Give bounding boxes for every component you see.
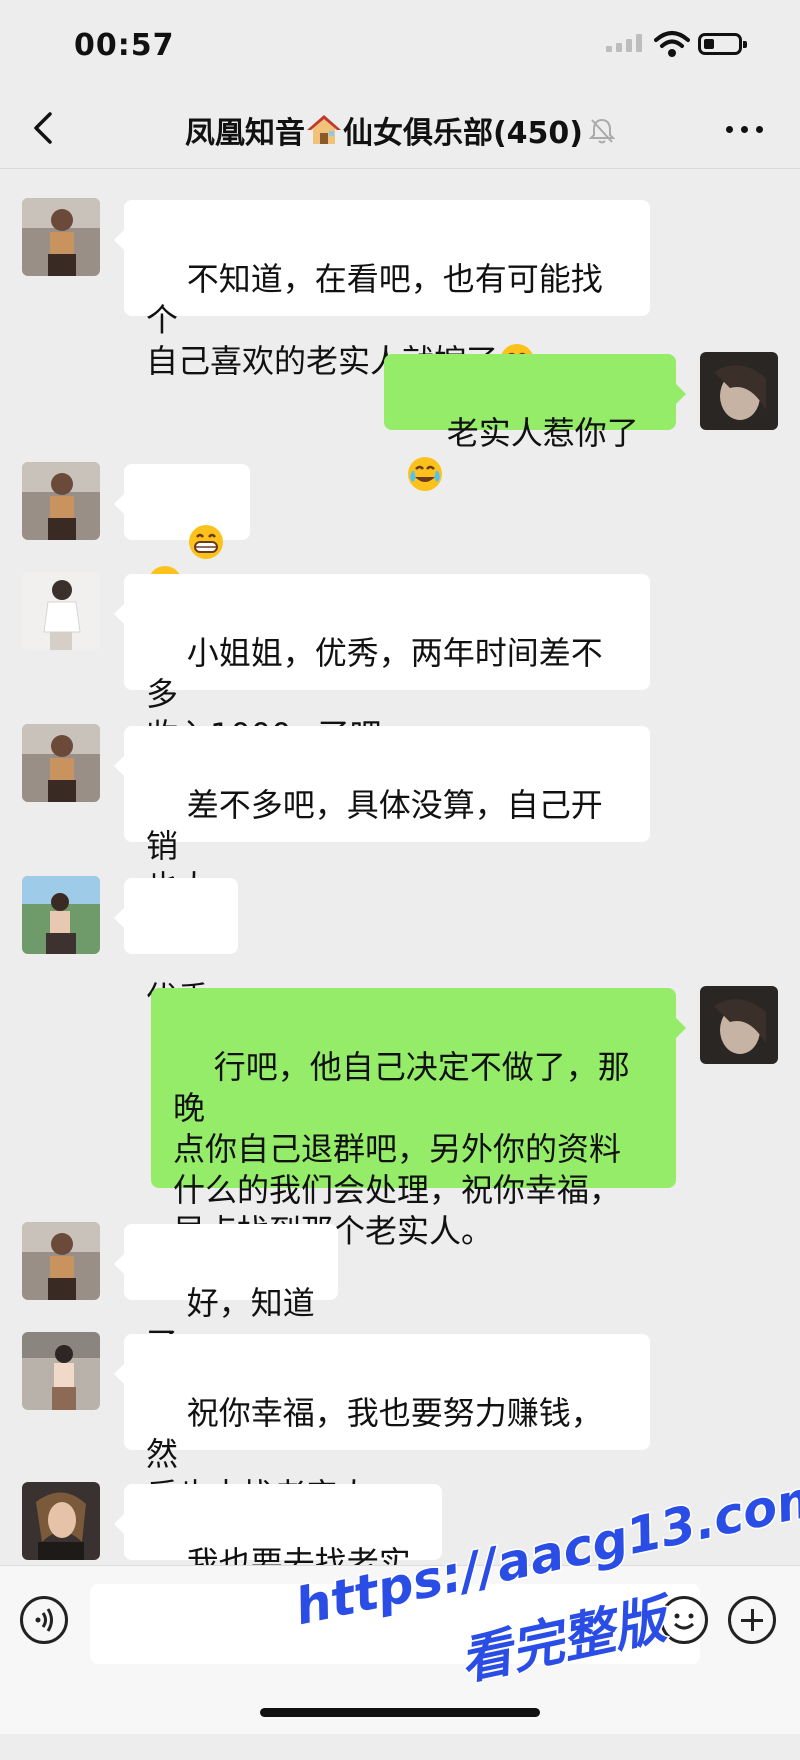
avatar[interactable] — [22, 1332, 100, 1410]
add-more-icon[interactable] — [728, 1596, 776, 1644]
laugh-cry-emoji-icon — [408, 457, 442, 491]
avatar[interactable] — [22, 1222, 100, 1300]
message-bubble[interactable]: 不知道，在看吧，也有可能找个 自己喜欢的老实人就嫁了 — [114, 200, 650, 380]
message-input[interactable] — [90, 1584, 700, 1664]
avatar[interactable] — [22, 876, 100, 954]
message-bubble[interactable]: 差不多吧，具体没算，自己开销 也大 — [114, 726, 650, 906]
message-bubble[interactable]: 优秀 — [114, 878, 238, 1017]
grin-emoji-icon — [188, 525, 223, 559]
message-bubble[interactable] — [114, 464, 250, 600]
avatar[interactable] — [22, 198, 100, 276]
status-bar: 00:57 — [0, 0, 800, 88]
avatar[interactable] — [22, 572, 100, 650]
avatar[interactable] — [22, 462, 100, 540]
avatar-self[interactable] — [700, 986, 778, 1064]
message-bubble[interactable]: 祝你幸福，我也要努力赚钱，然 后也去找老实人。 — [114, 1334, 650, 1514]
status-time: 00:57 — [74, 28, 175, 63]
message-bubble[interactable]: 好，知道了 — [114, 1224, 338, 1363]
chat-title-suffix: 仙女俱乐部(450) — [342, 116, 584, 151]
house-emoji-icon — [306, 115, 341, 144]
home-indicator — [260, 1708, 540, 1717]
input-bar — [0, 1565, 800, 1734]
chat-title: 凤凰知音 仙女俱乐部(450) — [0, 108, 800, 152]
avatar[interactable] — [22, 1482, 100, 1560]
more-dots-icon[interactable] — [726, 126, 766, 134]
cellular-signal-icon — [606, 34, 644, 52]
message-text: 行吧，他自己决定不做了，那晚 点你自己退群吧，另外你的资料 什么的我们会处理，祝… — [173, 1048, 630, 1250]
message-bubble[interactable]: 我也要去找老实人 — [114, 1484, 442, 1623]
message-bubble[interactable]: 老实人惹你了 — [384, 354, 686, 491]
message-bubble[interactable]: 行吧，他自己决定不做了，那晚 点你自己退群吧，另外你的资料 什么的我们会处理，祝… — [151, 988, 686, 1250]
battery-icon — [698, 33, 747, 55]
chat-title-prefix: 凤凰知音 — [184, 116, 305, 151]
avatar-self[interactable] — [700, 352, 778, 430]
voice-input-icon[interactable] — [20, 1596, 68, 1644]
mute-bell-icon — [589, 118, 616, 144]
emoji-button-icon[interactable] — [660, 1596, 708, 1644]
chat-header: 凤凰知音 仙女俱乐部(450) — [0, 88, 800, 169]
message-bubble[interactable]: 小姐姐，优秀，两年时间差不多 收入1000w了吧 — [114, 574, 650, 754]
message-text: 老实人惹你了 — [446, 414, 639, 452]
wifi-icon — [654, 31, 690, 57]
avatar[interactable] — [22, 724, 100, 802]
